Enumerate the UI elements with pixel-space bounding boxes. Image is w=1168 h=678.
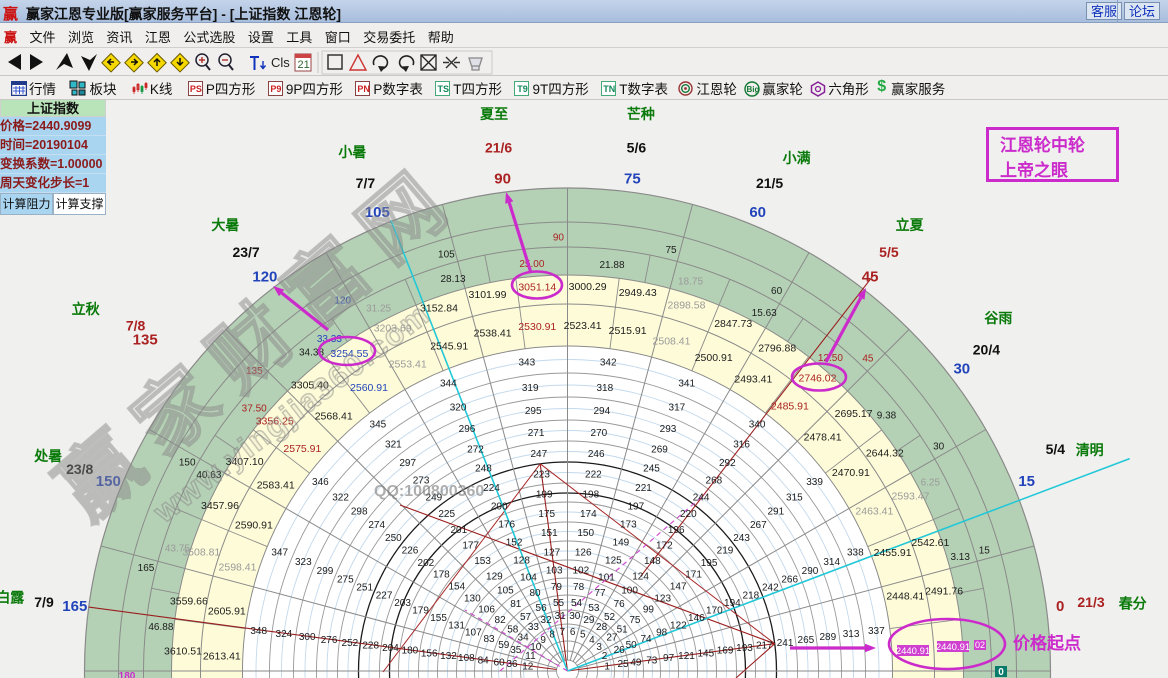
svg-text:Big: Big <box>747 85 760 94</box>
svg-text:2440.91: 2440.91 <box>896 646 930 657</box>
svg-text:21: 21 <box>298 59 310 71</box>
svg-text:2440.91: 2440.91 <box>936 642 970 653</box>
svg-text:Cls: Cls <box>271 55 290 70</box>
